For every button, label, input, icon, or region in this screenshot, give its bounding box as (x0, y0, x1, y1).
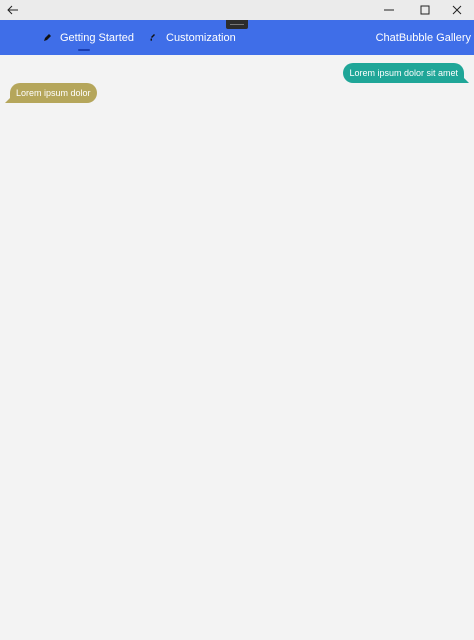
tab-label: Getting Started (60, 31, 134, 44)
minimize-icon[interactable] (372, 0, 406, 20)
incoming-chat-bubble: Lorem ipsum dolor (5, 83, 97, 103)
brush-icon (148, 33, 158, 43)
maximize-icon[interactable] (408, 0, 442, 20)
back-arrow-icon[interactable] (0, 0, 26, 20)
selected-tab-indicator (78, 49, 90, 51)
title-bar (0, 0, 474, 20)
chat-area: Lorem ipsum dolor sit amet Lorem ipsum d… (0, 55, 474, 640)
app-title: ChatBubble Gallery (375, 31, 471, 44)
pencil-icon (42, 33, 52, 43)
tab-label: Customization (166, 31, 236, 44)
tab-customization[interactable]: Customization (148, 20, 236, 55)
app-window: Getting Started Customization ChatBubble… (0, 0, 474, 640)
drag-handle[interactable] (226, 20, 248, 29)
close-icon[interactable] (440, 0, 474, 20)
outgoing-chat-bubble: Lorem ipsum dolor sit amet (343, 63, 469, 83)
